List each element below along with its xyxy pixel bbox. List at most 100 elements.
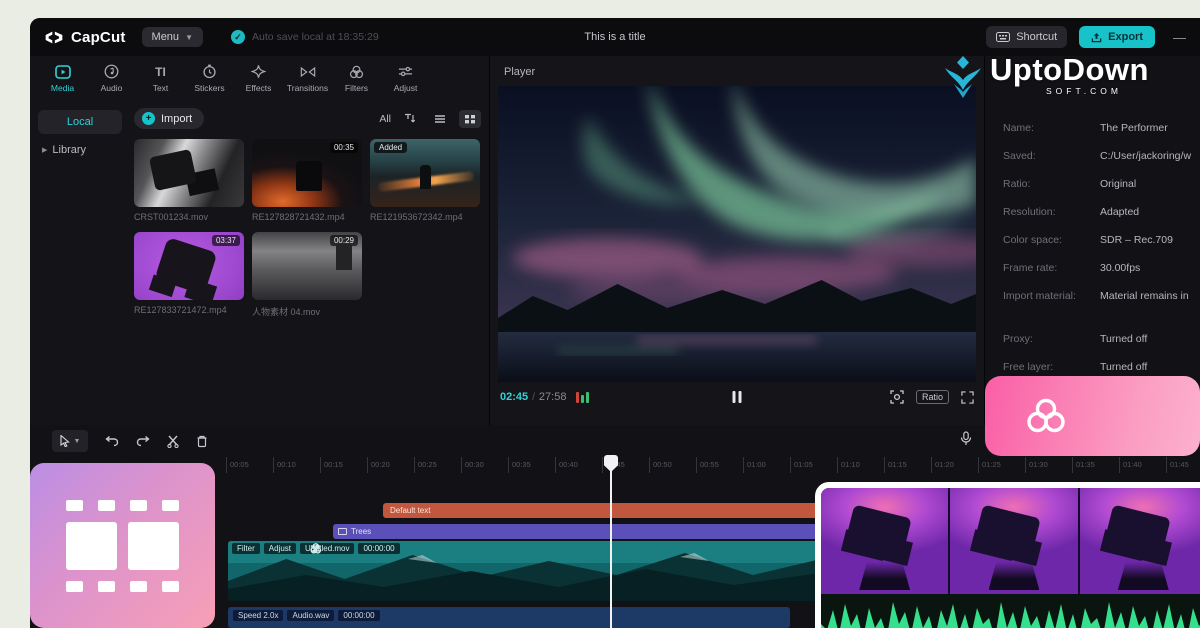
- total-time: 27:58: [539, 391, 567, 403]
- duration-badge: 03:37: [212, 235, 240, 246]
- property-value: Turned off: [1100, 361, 1200, 373]
- app-name: CapCut: [71, 29, 126, 46]
- tab-media[interactable]: Media: [38, 63, 87, 93]
- ruler-label: 01:35: [1072, 457, 1119, 473]
- tab-label: Audio: [101, 83, 123, 93]
- tab-label: Filters: [345, 83, 368, 93]
- tab-label: Transitions: [287, 83, 328, 93]
- ruler-label: 01:10: [837, 457, 884, 473]
- duration-badge: 00:29: [330, 235, 358, 246]
- filter-all-dropdown[interactable]: All: [379, 113, 391, 125]
- delete-tool-icon[interactable]: [196, 435, 208, 448]
- camera-clip-thumbnail: [950, 488, 1079, 594]
- uptodown-sub-text: SOFT.COM: [990, 87, 1149, 96]
- audio-track-clip[interactable]: Speed 2.0x Audio.wav 00:00:00: [228, 607, 790, 628]
- media-item: 00:35 RE127828721432.mp4: [252, 139, 362, 222]
- capcut-logo: CapCut: [44, 29, 126, 46]
- import-button[interactable]: + Import: [134, 108, 204, 129]
- undo-button[interactable]: [105, 435, 119, 447]
- properties-panel: Name: The Performer Saved: C:/User/jacko…: [985, 56, 1200, 425]
- media-thumbnail[interactable]: Added: [370, 139, 480, 207]
- redo-button[interactable]: [136, 435, 150, 447]
- tab-label: Adjust: [394, 83, 418, 93]
- sort-icon[interactable]: [399, 110, 421, 128]
- media-panel: Media Audio TI Text Stickers: [30, 56, 490, 425]
- ruler-label: 00:55: [696, 457, 743, 473]
- menu-button[interactable]: Menu ▼: [142, 27, 203, 47]
- cloud-rings-icon: [1023, 396, 1069, 436]
- sidebar-item-local[interactable]: Local: [38, 110, 122, 134]
- property-row: Saved: C:/User/jackoring/w: [1003, 142, 1200, 170]
- property-row: Frame rate: 30.00fps: [1003, 254, 1200, 282]
- shortcut-button[interactable]: Shortcut: [986, 26, 1067, 48]
- media-item: CRST001234.mov: [134, 139, 244, 222]
- adjust-badge[interactable]: Adjust: [264, 543, 296, 554]
- tab-transitions[interactable]: Transitions: [283, 63, 332, 93]
- tab-adjust[interactable]: Adjust: [381, 63, 430, 93]
- menu-label: Menu: [152, 31, 180, 43]
- media-thumbnail[interactable]: 00:35: [252, 139, 362, 207]
- property-label: Resolution:: [1003, 206, 1100, 218]
- list-view-icon[interactable]: [429, 110, 451, 128]
- media-thumbnail[interactable]: [134, 139, 244, 207]
- microphone-icon[interactable]: [960, 431, 972, 451]
- property-row: Import material: Material remains in: [1003, 282, 1200, 310]
- media-filename: RE127833721472.mp4: [134, 305, 244, 315]
- ruler-label: 01:45: [1166, 457, 1200, 473]
- time-separator: /: [532, 392, 535, 403]
- sticker-track-clip[interactable]: Trees: [333, 524, 868, 539]
- uptodown-watermark: UptoDown SOFT.COM: [942, 54, 1198, 98]
- player-title: Player: [490, 56, 984, 86]
- media-item: Added RE121953672342.mp4: [370, 139, 480, 222]
- ratio-button[interactable]: Ratio: [916, 390, 949, 404]
- media-icon: [55, 63, 71, 80]
- media-thumbnail[interactable]: 00:29: [252, 232, 362, 300]
- property-label: Color space:: [1003, 234, 1100, 246]
- added-badge: Added: [374, 142, 407, 153]
- player-controls: 02:45 / 27:58 Ratio: [490, 382, 984, 412]
- audio-time-badge: 00:00:00: [338, 610, 379, 621]
- split-tool-icon[interactable]: [167, 435, 179, 448]
- cloud-promo-overlay: [985, 376, 1200, 456]
- audio-levels-icon[interactable]: [576, 391, 589, 403]
- playhead-line[interactable]: [610, 455, 612, 628]
- tab-label: Stickers: [194, 83, 224, 93]
- property-value: Original: [1100, 178, 1200, 190]
- adjust-icon: [398, 63, 413, 80]
- minimize-button[interactable]: —: [1173, 30, 1186, 45]
- video-viewport[interactable]: [498, 86, 976, 382]
- media-thumbnail[interactable]: 03:37: [134, 232, 244, 300]
- property-row: Resolution: Adapted: [1003, 198, 1200, 226]
- property-label: Proxy:: [1003, 333, 1100, 345]
- check-icon: ✓: [231, 30, 245, 44]
- tab-audio[interactable]: Audio: [87, 63, 136, 93]
- pause-button[interactable]: [733, 391, 742, 403]
- select-tool-button[interactable]: ▼: [52, 430, 88, 452]
- tab-filters[interactable]: Filters: [332, 63, 381, 93]
- media-item: 03:37 RE127833721472.mp4: [134, 232, 244, 318]
- property-value: Adapted: [1100, 206, 1200, 218]
- audio-icon: [104, 63, 119, 80]
- tab-text[interactable]: TI Text: [136, 63, 185, 93]
- autosave-status: ✓ Auto save local at 18:35:29: [231, 30, 379, 44]
- ruler-label: 00:20: [367, 457, 414, 473]
- audio-waveform: [821, 594, 1200, 628]
- property-value: 30.00fps: [1100, 262, 1200, 274]
- grid-view-icon[interactable]: [459, 110, 481, 128]
- export-button[interactable]: Export: [1079, 26, 1155, 48]
- property-label: Frame rate:: [1003, 262, 1100, 274]
- property-row: Ratio: Original: [1003, 170, 1200, 198]
- chevron-down-icon: ▼: [185, 33, 193, 42]
- ruler-label: 00:15: [320, 457, 367, 473]
- tab-stickers[interactable]: Stickers: [185, 63, 234, 93]
- snapshot-icon[interactable]: [890, 390, 904, 404]
- sidebar-item-library[interactable]: ▶ Library: [38, 134, 122, 166]
- stickers-icon: [202, 63, 217, 80]
- uptodown-bird-icon: [942, 54, 984, 98]
- capcut-logo-icon: [44, 30, 64, 45]
- tab-effects[interactable]: Effects: [234, 63, 283, 93]
- ruler-label: 01:20: [931, 457, 978, 473]
- topbar: CapCut Menu ▼ ✓ Auto save local at 18:35…: [30, 18, 1200, 56]
- timeline-ruler[interactable]: 00:0500:1000:1500:2000:2500:3000:3500:40…: [226, 457, 1200, 473]
- fullscreen-icon[interactable]: [961, 391, 974, 404]
